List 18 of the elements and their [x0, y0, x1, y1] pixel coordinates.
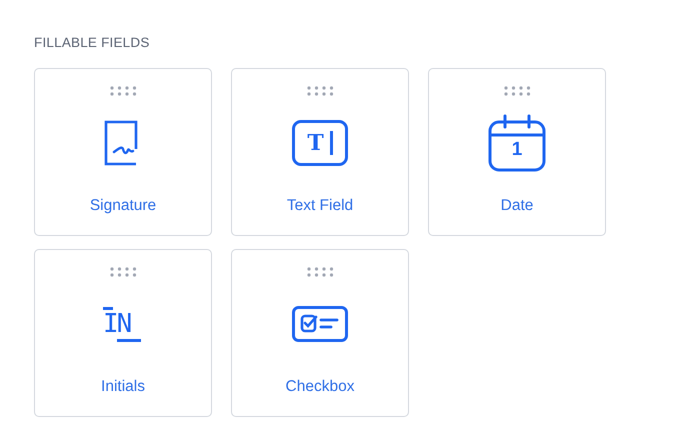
drag-handle-icon[interactable] [306, 267, 334, 277]
drag-handle-icon[interactable] [110, 86, 136, 96]
text-field-icon: T [292, 120, 348, 166]
field-label: Checkbox [286, 378, 354, 396]
field-card[interactable]: IN Initials [34, 249, 212, 417]
checkbox-icon [292, 306, 348, 342]
field-label: Initials [101, 378, 145, 396]
field-card[interactable]: Signature [34, 68, 212, 236]
drag-handle-icon[interactable] [110, 267, 136, 277]
field-card[interactable]: 1 Date [428, 68, 606, 236]
field-card[interactable]: Checkbox [231, 249, 409, 417]
field-label: Signature [90, 197, 156, 215]
field-label: Text Field [286, 197, 354, 215]
drag-handle-icon[interactable] [504, 86, 530, 96]
field-card[interactable]: T Text Field [231, 68, 409, 236]
field-label: Date [500, 197, 534, 215]
drag-handle-icon[interactable] [306, 86, 334, 96]
section-heading: FILLABLE FIELDS [34, 35, 151, 52]
